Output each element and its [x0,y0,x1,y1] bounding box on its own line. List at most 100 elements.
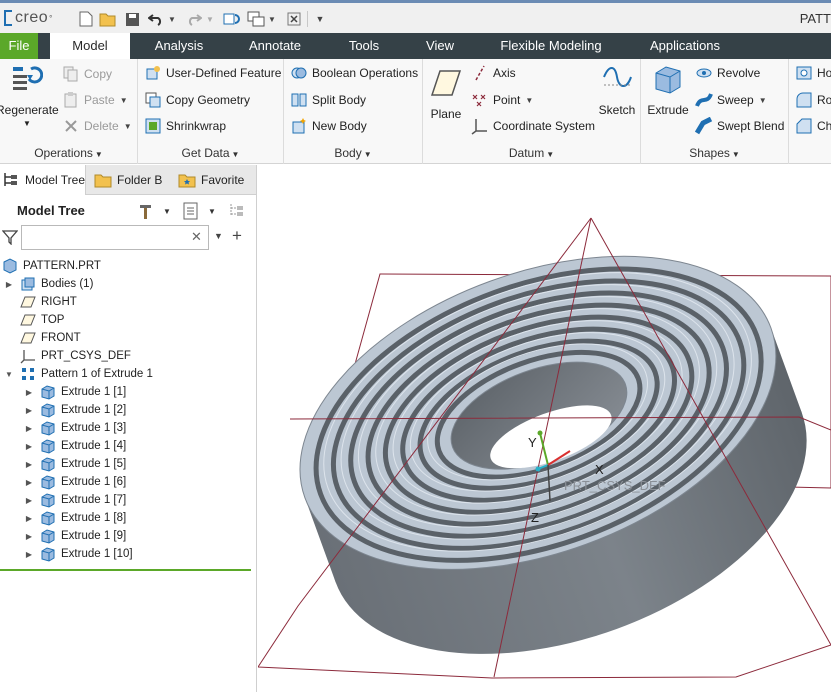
hole-button[interactable]: Ho [795,62,831,84]
expand-icon[interactable]: ▶ [24,460,34,469]
point-icon [471,91,489,109]
undo-icon[interactable] [146,9,166,29]
operations-group-label[interactable]: Operations ▼ [0,146,137,160]
tree-tools-icon[interactable]: ▼ [137,201,171,221]
tab-favorites[interactable]: Favorite [178,165,256,195]
new-icon[interactable] [76,9,96,29]
round-button[interactable]: Ro [795,89,831,111]
swept-blend-button[interactable]: Swept Blend [694,115,784,137]
delete-button[interactable]: Delete ▼ [62,115,132,137]
expand-icon[interactable]: ▶ [24,388,34,397]
regenerate-icon[interactable] [222,9,242,29]
tree-item-label: Extrude 1 [9] [61,530,127,542]
sketch-button[interactable]: Sketch [595,63,639,117]
tab-file[interactable]: File [0,33,38,59]
tree-item[interactable]: PRT_CSYS_DEF [4,347,131,365]
tree-item[interactable]: ▶ Bodies (1) [4,275,93,293]
tree-item[interactable]: TOP [4,311,64,329]
expand-icon[interactable]: ▶ [24,514,34,523]
undo-dropdown-icon[interactable]: ▼ [166,9,178,29]
tree-item[interactable]: ▶ Extrude 1 [3] [24,419,126,437]
tree-item[interactable]: ▶ Extrude 1 [5] [24,455,126,473]
sweep-button[interactable]: Sweep ▼ [695,89,767,111]
expand-icon[interactable]: ▶ [24,478,34,487]
tree-item[interactable]: ▶ Extrude 1 [1] [24,383,126,401]
tab-folder-browser[interactable]: Folder B [94,165,166,195]
boolean-operations-button[interactable]: Boolean Operations [290,62,418,84]
paste-icon [62,91,80,109]
tree-item[interactable]: ▶ Extrude 1 [10] [24,545,133,563]
redo-dropdown-icon[interactable]: ▼ [204,9,216,29]
expand-icon[interactable]: ▶ [24,550,34,559]
tab-tools[interactable]: Tools [338,33,390,59]
expand-icon[interactable]: ▶ [24,496,34,505]
chamfer-button[interactable]: Ch [795,115,831,137]
tree-item-label: Extrude 1 [8] [61,512,127,524]
tree-item[interactable]: ▶ Extrude 1 [7] [24,491,126,509]
new-body-icon [290,117,308,135]
filter-icon[interactable] [1,229,19,248]
redo-icon[interactable] [184,9,204,29]
tab-flexible-modeling[interactable]: Flexible Modeling [490,33,612,59]
expand-icon[interactable]: ▶ [24,532,34,541]
body-group-label[interactable]: Body ▼ [284,146,422,160]
model-view[interactable]: Y X Z PRT_CSYS_DEF [258,165,831,692]
revolve-icon [695,64,713,82]
ring-body[interactable] [258,196,831,692]
tree-root-item[interactable]: PATTERN.PRT [2,257,101,275]
tree-item[interactable]: ▶ Extrude 1 [2] [24,401,126,419]
save-icon[interactable] [122,9,142,29]
get-data-group-label[interactable]: Get Data ▼ [138,146,283,160]
datum-group-label[interactable]: Datum ▼ [423,146,640,160]
hidden-items-icon[interactable] [228,201,248,221]
extrude-icon [40,492,56,508]
expand-icon[interactable]: ▶ [4,280,14,289]
revolve-button[interactable]: Revolve [695,62,760,84]
shrinkwrap-button[interactable]: Shrinkwrap [144,115,226,137]
close-icon[interactable] [284,9,304,29]
axis-button[interactable]: Axis [471,62,516,84]
tab-view[interactable]: View [416,33,464,59]
tree-item[interactable]: ▶ Extrude 1 [6] [24,473,126,491]
tab-model[interactable]: Model [50,33,130,59]
body-group: Boolean Operations Split Body New Body B… [284,59,423,164]
tree-item[interactable]: RIGHT [4,293,77,311]
open-icon[interactable] [98,9,118,29]
filter-dropdown-icon[interactable]: ▼ [214,231,223,241]
customize-icon[interactable]: ▼ [310,9,330,29]
tree-item[interactable]: FRONT [4,329,81,347]
expand-icon[interactable]: ▶ [24,406,34,415]
windows-icon[interactable] [246,9,266,29]
expand-icon[interactable]: ▶ [24,424,34,433]
tree-item[interactable]: ▶ Extrude 1 [9] [24,527,126,545]
shapes-group-label[interactable]: Shapes ▼ [641,146,788,160]
navigator-panel: Model Tree Folder B Favorite Model Tree … [0,165,257,692]
graphics-viewport[interactable]: Y X Z PRT_CSYS_DEF [258,165,831,692]
point-button[interactable]: Point ▼ [471,89,533,111]
regenerate-button[interactable]: Regenerate ▼ [0,63,59,128]
copy-geometry-button[interactable]: Copy Geometry [144,89,250,111]
title-bar: creo ° ▼ ▼ ▼ ▼ PATT [0,0,831,33]
plane-button[interactable]: Plane [425,67,467,121]
paste-button[interactable]: Paste ▼ [62,89,128,111]
coordinate-system-button[interactable]: Coordinate System [471,115,595,137]
tree-search-input[interactable] [21,225,209,250]
copy-button[interactable]: Copy [62,63,112,85]
extrude-button[interactable]: Extrude [645,63,691,117]
tree-item[interactable]: ▶ Extrude 1 [4] [24,437,126,455]
windows-dropdown-icon[interactable]: ▼ [266,9,278,29]
tree-item[interactable]: ▶ Extrude 1 [8] [24,509,126,527]
tab-applications[interactable]: Applications [640,33,730,59]
add-filter-icon[interactable]: + [232,226,242,246]
tab-annotate[interactable]: Annotate [238,33,312,59]
user-defined-feature-button[interactable]: User-Defined Feature [144,62,281,84]
tree-item[interactable]: ▼ Pattern 1 of Extrude 1 [4,365,153,383]
new-body-button[interactable]: New Body [290,115,367,137]
expand-icon[interactable]: ▶ [24,442,34,451]
collapse-icon[interactable]: ▼ [4,370,14,379]
tab-model-tree[interactable]: Model Tree [0,165,86,195]
clear-filter-icon[interactable]: ✕ [191,229,202,245]
split-body-button[interactable]: Split Body [290,89,366,111]
tab-analysis[interactable]: Analysis [144,33,214,59]
show-settings-icon[interactable]: ▼ [182,201,216,221]
